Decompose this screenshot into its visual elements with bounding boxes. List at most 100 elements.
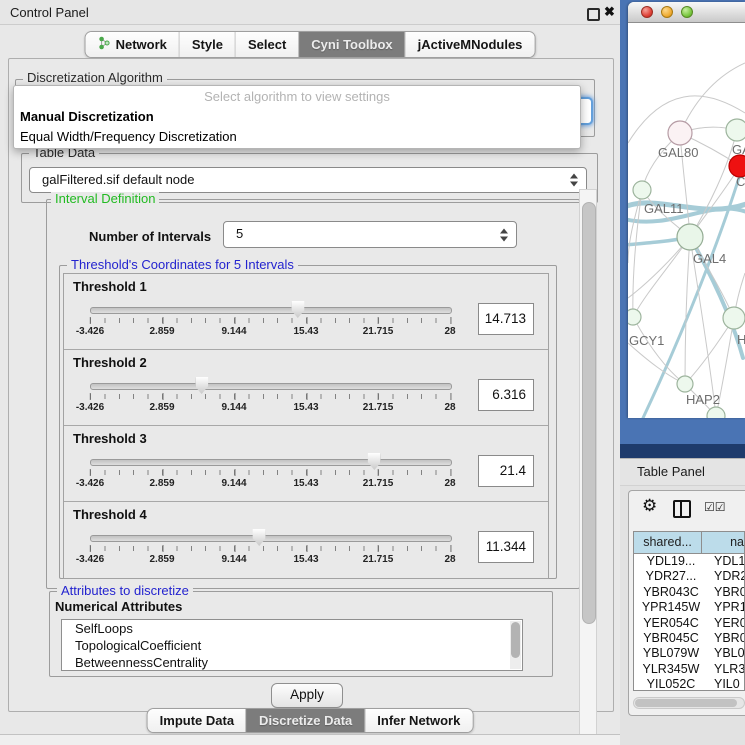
slider-minor-ticks [90, 318, 450, 323]
slider-minor-ticks [90, 546, 450, 551]
tab-infer-network[interactable]: Infer Network [364, 709, 472, 732]
node-label-gal4: GAL4 [693, 251, 726, 266]
slider-thumb[interactable] [368, 453, 381, 470]
node-gal11 [633, 181, 651, 199]
tab-jactivemnodules[interactable]: jActiveMNodules [405, 32, 535, 57]
threshold-4-value-field[interactable]: 11.344 [478, 531, 534, 563]
top-tab-bar: Network Style Select Cyni Toolbox jActiv… [85, 31, 536, 58]
algorithm-group-title: Discretization Algorithm [23, 71, 167, 85]
slider-track[interactable] [90, 307, 452, 314]
algorithm-option-equal-width[interactable]: Equal Width/Frequency Discretization [14, 127, 580, 147]
list-item[interactable]: TopologicalCoefficient [62, 637, 522, 654]
control-panel: Control Panel ✖ Network Style Select Cyn… [0, 0, 620, 745]
node-gal80 [668, 121, 692, 145]
table-row[interactable]: YDR27...YDR2 [634, 569, 744, 584]
thresholds-panel: Threshold 1 -3.426 2.859 9.144 15.43 21.… [63, 273, 549, 579]
slider-track[interactable] [90, 535, 452, 542]
table-panel-titlebar: Table Panel [620, 458, 745, 486]
table-panel: ⚙ ☑☑ shared... na YDL19...YDL1 YDR27...Y… [628, 490, 745, 716]
zoom-traffic-light-icon[interactable] [681, 6, 693, 18]
slider-minor-ticks [90, 394, 450, 399]
network-icon [98, 36, 111, 53]
algorithm-option-manual[interactable]: Manual Discretization [14, 107, 580, 127]
threshold-1-value-field[interactable]: 14.713 [478, 303, 534, 335]
threshold-4-label: Threshold 4 [73, 507, 147, 522]
table-row[interactable]: YLR345WYLR3 [634, 662, 744, 677]
panel-scrollbar-thumb[interactable] [582, 202, 596, 624]
node-partial-top-right [726, 119, 745, 141]
tab-select[interactable]: Select [235, 32, 298, 57]
numerical-attributes-list[interactable]: SelfLoops TopologicalCoefficient Between… [61, 619, 523, 671]
slider-thumb[interactable] [195, 377, 208, 394]
node-label-gcy1: GCY1 [629, 333, 664, 348]
numerical-attributes-label: Numerical Attributes [55, 599, 182, 614]
algorithm-dropdown-popup: Select algorithm to view settings Manual… [13, 85, 581, 149]
float-window-icon[interactable] [587, 8, 600, 21]
slider-track[interactable] [90, 383, 452, 390]
slider-tick-labels: -3.426 2.859 9.144 15.43 21.715 28 [90, 326, 450, 340]
node-table[interactable]: shared... na YDL19...YDL1 YDR27...YDR2 Y… [633, 531, 745, 691]
slider-track[interactable] [90, 459, 452, 466]
gear-icon[interactable]: ⚙ [642, 497, 657, 515]
list-item[interactable]: BetweennessCentrality [62, 654, 522, 671]
table-row[interactable]: YBR045CYBR0 [634, 631, 744, 646]
node-label-partial-ga: GA [732, 142, 745, 157]
close-icon[interactable]: ✖ [604, 4, 615, 20]
threshold-4-slider[interactable]: -3.426 2.859 9.144 15.43 21.715 28 [90, 532, 450, 574]
number-of-intervals-label: Number of Intervals [89, 229, 211, 244]
threshold-3-label: Threshold 3 [73, 431, 147, 446]
window-bottom-strip [0, 735, 620, 745]
panel-scrollbar[interactable] [579, 189, 597, 745]
network-window-titlebar[interactable] [628, 2, 745, 23]
threshold-row-4: Threshold 4 -3.426 2.859 9.144 15.43 21.… [64, 502, 548, 578]
slider-thumb[interactable] [253, 529, 266, 546]
table-row[interactable]: YIL052CYIL0 [634, 677, 744, 691]
column-layout-icon[interactable] [673, 500, 691, 518]
threshold-2-label: Threshold 2 [73, 355, 147, 370]
screen: Control Panel ✖ Network Style Select Cyn… [0, 0, 745, 745]
list-item[interactable]: SelfLoops [62, 620, 522, 637]
table-row[interactable]: YER054CYER0 [634, 616, 744, 631]
column-header-name[interactable]: na [702, 532, 744, 554]
apply-button[interactable]: Apply [271, 683, 343, 708]
threshold-2-slider[interactable]: -3.426 2.859 9.144 15.43 21.715 28 [90, 380, 450, 422]
table-row[interactable]: YDL19...YDL1 [634, 554, 744, 569]
tab-style[interactable]: Style [179, 32, 235, 57]
threshold-row-1: Threshold 1 -3.426 2.859 9.144 15.43 21.… [64, 274, 548, 350]
threshold-3-slider[interactable]: -3.426 2.859 9.144 15.43 21.715 28 [90, 456, 450, 498]
table-row[interactable]: YBR043CYBR0 [634, 585, 744, 600]
tab-cyni-toolbox[interactable]: Cyni Toolbox [298, 32, 404, 57]
tab-discretize-data[interactable]: Discretize Data [246, 709, 364, 732]
table-horizontal-scrollbar-thumb[interactable] [635, 699, 737, 707]
tab-network[interactable]: Network [86, 32, 179, 57]
combo-arrows-icon [570, 174, 578, 187]
threshold-row-2: Threshold 2 -3.426 2.859 9.144 15.43 21.… [64, 350, 548, 426]
threshold-3-value-field[interactable]: 21.4 [478, 455, 534, 487]
close-traffic-light-icon[interactable] [641, 6, 653, 18]
table-panel-title: Table Panel [637, 464, 705, 479]
attributes-group-title: Attributes to discretize [57, 584, 193, 598]
table-data-combobox[interactable]: galFiltered.sif default node [29, 167, 587, 193]
threshold-1-label: Threshold 1 [73, 279, 147, 294]
table-row[interactable]: YPR145WYPR1 [634, 600, 744, 615]
number-of-intervals-value: 5 [236, 222, 243, 246]
table-row[interactable]: YBL079WYBL0 [634, 646, 744, 661]
table-horizontal-scrollbar[interactable] [633, 697, 745, 709]
list-scrollbar[interactable] [510, 621, 521, 669]
select-columns-icons[interactable]: ☑☑ [704, 500, 726, 514]
control-panel-title: Control Panel [10, 5, 89, 20]
bottom-tab-bar: Impute Data Discretize Data Infer Networ… [147, 708, 474, 733]
tab-network-label: Network [116, 37, 167, 52]
node-label-partial-c: C [736, 174, 745, 189]
node-h [723, 307, 745, 329]
minimize-traffic-light-icon[interactable] [661, 6, 673, 18]
list-scrollbar-thumb[interactable] [511, 622, 520, 658]
network-canvas[interactable]: GAL80 GA C GAL11 GAL4 GCY1 H HAP2 [628, 23, 745, 418]
threshold-2-value-field[interactable]: 6.316 [478, 379, 534, 411]
node-label-hap2: HAP2 [686, 392, 720, 407]
slider-thumb[interactable] [291, 301, 304, 318]
number-of-intervals-spinner[interactable]: 5 [223, 221, 517, 248]
tab-impute-data[interactable]: Impute Data [148, 709, 246, 732]
threshold-1-slider[interactable]: -3.426 2.859 9.144 15.43 21.715 28 [90, 304, 450, 346]
column-header-shared-name[interactable]: shared... [634, 532, 702, 554]
